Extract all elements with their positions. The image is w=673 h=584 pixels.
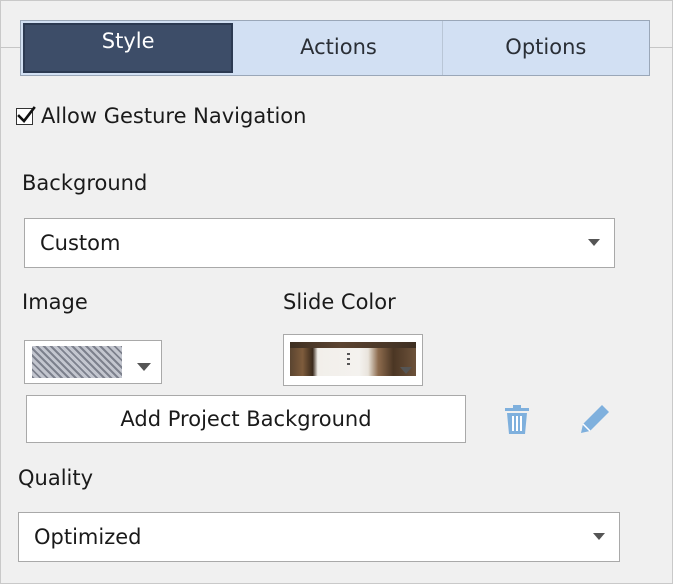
quality-value: Optimized xyxy=(34,525,142,549)
slide-color-label: Slide Color xyxy=(283,290,396,314)
tab-actions-label: Actions xyxy=(300,35,377,59)
gesture-navigation-label: Allow Gesture Navigation xyxy=(41,104,307,128)
image-swatch xyxy=(32,346,122,378)
tab-style[interactable]: Style xyxy=(23,23,234,73)
tab-style-label: Style xyxy=(101,29,155,53)
tab-bar: Style Actions Options xyxy=(20,20,650,76)
gesture-navigation-checkbox[interactable] xyxy=(16,105,36,125)
quality-dropdown[interactable]: Optimized xyxy=(18,512,620,562)
quality-label: Quality xyxy=(18,466,94,490)
chevron-down-icon xyxy=(579,533,619,541)
checkmark-icon xyxy=(17,105,36,123)
gesture-navigation-row: Allow Gesture Navigation xyxy=(16,104,306,128)
image-label: Image xyxy=(22,290,88,314)
tab-options-label: Options xyxy=(505,35,587,59)
pencil-icon[interactable] xyxy=(578,402,612,440)
add-project-background-button[interactable]: Add Project Background xyxy=(26,395,466,443)
tab-divider-left xyxy=(0,47,20,48)
chevron-down-icon xyxy=(400,360,412,379)
slide-color-dropdown[interactable] xyxy=(283,334,423,386)
tab-actions[interactable]: Actions xyxy=(235,21,443,75)
tab-options[interactable]: Options xyxy=(443,21,649,75)
add-project-background-label: Add Project Background xyxy=(120,407,372,431)
slide-color-swatch-dots xyxy=(347,353,350,367)
background-label: Background xyxy=(22,171,148,195)
background-dropdown[interactable]: Custom xyxy=(24,218,615,268)
chevron-down-icon xyxy=(574,239,614,247)
image-dropdown[interactable] xyxy=(24,340,162,384)
trash-icon[interactable] xyxy=(503,404,531,440)
slide-color-swatch-strip xyxy=(290,342,416,348)
background-value: Custom xyxy=(40,231,121,255)
tab-divider-right xyxy=(650,47,673,48)
chevron-down-icon xyxy=(137,357,151,376)
